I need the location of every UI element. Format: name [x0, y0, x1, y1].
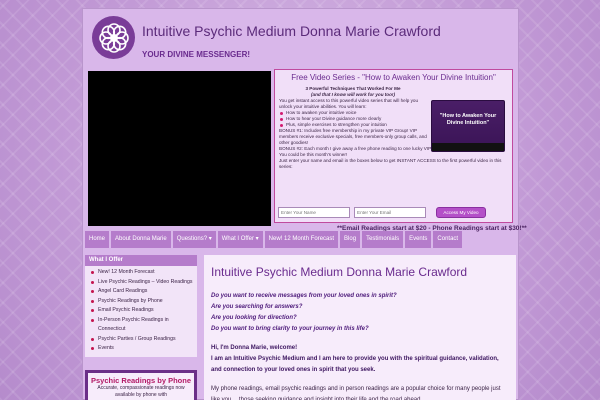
- promo-bullet-list: How to awaken your intuitive voice How t…: [279, 110, 429, 128]
- site-title[interactable]: Intuitive Psychic Medium Donna Marie Cra…: [142, 23, 441, 39]
- video-player[interactable]: [88, 71, 271, 226]
- body-paragraph: My phone readings, email psychic reading…: [211, 386, 501, 400]
- nav-blog[interactable]: Blog: [340, 231, 361, 248]
- nav-what-i-offer[interactable]: What I Offer ▾: [217, 231, 263, 248]
- video-thumbnail[interactable]: "How to Awaken Your Divine Intuition": [431, 100, 505, 152]
- name-input[interactable]: [278, 207, 350, 218]
- sidebar-item-phone-readings[interactable]: Psychic Readings by Phone: [89, 297, 193, 307]
- question-line: Do you want to bring clarity to your jou…: [211, 326, 369, 332]
- question-line: Are you looking for direction?: [211, 315, 297, 321]
- nav-home[interactable]: Home: [85, 231, 110, 248]
- logo-icon[interactable]: [92, 16, 135, 59]
- video-thumbnail-controls: [432, 143, 504, 151]
- promo-bullet: Plus, simple exercises to strengthen you…: [279, 122, 429, 128]
- sidebar-item-events[interactable]: Events: [89, 344, 193, 354]
- sidebar-item-parties[interactable]: Psychic Parties / Group Readings: [89, 335, 193, 345]
- main-content: Intuitive Psychic Medium Donna Marie Cra…: [204, 255, 516, 400]
- promo-instructions: Just enter your name and email in the bo…: [279, 158, 502, 169]
- access-video-button[interactable]: Access My Video: [436, 207, 486, 218]
- promo-intro: You get instant access to this powerful …: [279, 98, 418, 109]
- sidebar: What I Offer New! 12 Month Forecast Live…: [85, 255, 197, 400]
- flower-logo-icon: [98, 22, 129, 53]
- free-video-promo: Free Video Series - "How to Awaken Your …: [274, 69, 513, 223]
- promo-bonus-1: BONUS #1: Includes free membership in my…: [279, 128, 427, 145]
- nav-contact[interactable]: Contact: [433, 231, 463, 248]
- site-tagline: YOUR DIVINE MESSENGER!: [142, 50, 251, 59]
- phone-readings-text: Accurate, compassionate readings now ava…: [97, 384, 185, 398]
- sidebar-item-forecast[interactable]: New! 12 Month Forecast: [89, 268, 193, 278]
- sidebar-item-in-person[interactable]: In-Person Psychic Readings in Connecticu…: [89, 316, 193, 335]
- nav-testimonials[interactable]: Testimonials: [362, 231, 404, 248]
- promo-signup-form: Access My Video: [278, 207, 486, 218]
- phone-readings-inner: Psychic Readings by Phone Accurate, comp…: [88, 372, 194, 400]
- greeting: Hi, I'm Donna Marie, welcome!: [211, 345, 298, 351]
- intro-paragraph: I am an Intuitive Psychic Medium and I a…: [211, 356, 499, 373]
- question-line: Are you searching for answers?: [211, 304, 303, 310]
- sidebar-heading: What I Offer: [85, 255, 197, 266]
- sidebar-item-video-readings[interactable]: Live Psychic Readings – Video Readings: [89, 278, 193, 288]
- page-container: Intuitive Psychic Medium Donna Marie Cra…: [82, 8, 527, 400]
- phone-readings-title: Psychic Readings by Phone: [90, 375, 192, 385]
- promo-title: Free Video Series - "How to Awaken Your …: [291, 73, 496, 82]
- sidebar-item-angel-cards[interactable]: Angel Card Readings: [89, 287, 193, 297]
- phone-readings-box[interactable]: Psychic Readings by Phone Accurate, comp…: [85, 369, 197, 400]
- sidebar-item-email-readings[interactable]: Email Psychic Readings: [89, 306, 193, 316]
- main-nav: Home About Donna Marie Questions? ▾ What…: [85, 231, 463, 248]
- nav-events[interactable]: Events: [405, 231, 432, 248]
- nav-forecast[interactable]: New! 12 Month Forecast: [264, 231, 339, 248]
- sidebar-list: New! 12 Month Forecast Live Psychic Read…: [85, 266, 197, 357]
- nav-about[interactable]: About Donna Marie: [111, 231, 171, 248]
- video-thumbnail-title: "How to Awaken Your Divine Intuition": [439, 113, 497, 126]
- nav-questions[interactable]: Questions? ▾: [172, 231, 216, 248]
- email-input[interactable]: [354, 207, 426, 218]
- question-line: Do you want to receive messages from you…: [211, 293, 397, 299]
- page-title: Intuitive Psychic Medium Donna Marie Cra…: [211, 265, 468, 279]
